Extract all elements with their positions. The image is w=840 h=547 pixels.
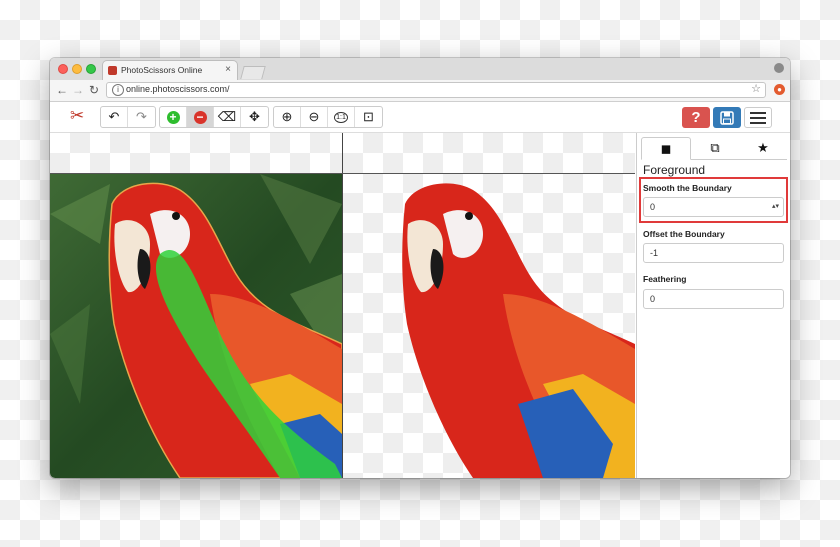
address-bar: ← → ↻ i online.photoscissors.com/ ☆ ● bbox=[50, 80, 790, 102]
browser-tab[interactable]: PhotoScissors Online × bbox=[102, 60, 238, 81]
zoom-actual-icon: 1:1 bbox=[334, 111, 348, 123]
feathering-value: 0 bbox=[650, 294, 656, 304]
panel-title: Foreground bbox=[643, 163, 706, 177]
url-text[interactable]: online.photoscissors.com/ bbox=[126, 84, 230, 94]
zoom-out-button[interactable]: ⊖ bbox=[301, 107, 328, 127]
offset-boundary-input[interactable]: -1 bbox=[643, 243, 784, 263]
parrot-cutout bbox=[402, 183, 635, 478]
remove-marker-icon: − bbox=[193, 110, 207, 124]
foreground-marker-button[interactable]: + bbox=[160, 107, 187, 127]
extension-icon[interactable]: ● bbox=[774, 84, 785, 95]
back-icon[interactable]: ← bbox=[56, 83, 68, 97]
history-button-group: ↶ ↷ bbox=[100, 106, 156, 128]
result-image-pane[interactable] bbox=[343, 133, 635, 478]
panel-tabs: ◼ ⧉ ★ bbox=[641, 137, 787, 160]
offset-boundary-label: Offset the Boundary bbox=[643, 229, 725, 239]
profile-icon[interactable] bbox=[774, 63, 784, 73]
source-photo[interactable] bbox=[50, 174, 342, 478]
save-icon bbox=[720, 110, 734, 125]
redo-button[interactable]: ↷ bbox=[128, 107, 155, 127]
close-window-button[interactable] bbox=[58, 64, 68, 74]
photoscissors-logo-icon: ✂ bbox=[70, 106, 85, 125]
tab-effects[interactable]: ★ bbox=[739, 137, 787, 159]
image-top-border bbox=[50, 173, 635, 174]
tab-foreground[interactable]: ◼ bbox=[641, 137, 691, 160]
highlight-box bbox=[639, 177, 788, 223]
redo-icon: ↷ bbox=[136, 109, 147, 124]
menu-button[interactable] bbox=[744, 107, 772, 128]
info-icon[interactable]: i bbox=[112, 84, 124, 96]
undo-button[interactable]: ↶ bbox=[101, 107, 128, 127]
zoom-in-button[interactable]: ⊕ bbox=[274, 107, 301, 127]
feathering-input[interactable]: 0 bbox=[643, 289, 784, 309]
tab-title: PhotoScissors Online bbox=[121, 65, 203, 75]
maximize-window-button[interactable] bbox=[86, 64, 96, 74]
bookmark-star-icon[interactable]: ☆ bbox=[751, 82, 761, 95]
help-button[interactable]: ? bbox=[682, 107, 710, 128]
move-icon: ✥ bbox=[249, 109, 260, 124]
source-image-pane[interactable] bbox=[50, 133, 342, 478]
move-button[interactable]: ✥ bbox=[241, 107, 268, 127]
app-toolbar: ✂ ↶ ↷ + − ⌫ ✥ ⊕ ⊖ 1:1 ⊡ ? bbox=[50, 102, 790, 133]
new-tab-button[interactable] bbox=[240, 66, 266, 79]
offset-boundary-value: -1 bbox=[650, 248, 659, 258]
eraser-button[interactable]: ⌫ bbox=[214, 107, 241, 127]
eraser-icon: ⌫ bbox=[217, 109, 237, 124]
zoom-actual-size-button[interactable]: 1:1 bbox=[328, 107, 355, 127]
zoom-in-icon: ⊕ bbox=[281, 109, 293, 124]
star-icon: ★ bbox=[757, 140, 769, 155]
zoom-fit-icon: ⊡ bbox=[363, 109, 374, 124]
foreground-icon: ◼ bbox=[660, 140, 672, 156]
zoom-fit-button[interactable]: ⊡ bbox=[355, 107, 382, 127]
tab-background[interactable]: ⧉ bbox=[691, 137, 739, 159]
undo-icon: ↶ bbox=[108, 109, 120, 124]
hamburger-icon bbox=[750, 111, 766, 114]
background-marker-button[interactable]: − bbox=[187, 107, 214, 127]
favicon-icon bbox=[108, 66, 117, 75]
result-photo[interactable] bbox=[343, 174, 635, 478]
forward-icon[interactable]: → bbox=[72, 83, 84, 97]
background-icon: ⧉ bbox=[710, 140, 720, 155]
zoom-out-icon: ⊖ bbox=[308, 109, 320, 124]
url-field[interactable]: i online.photoscissors.com/ ☆ bbox=[106, 82, 766, 98]
save-button[interactable] bbox=[713, 107, 741, 128]
editor-workspace bbox=[50, 133, 635, 478]
feathering-label: Feathering bbox=[643, 274, 687, 284]
zoom-button-group: ⊕ ⊖ 1:1 ⊡ bbox=[273, 106, 383, 128]
tab-bar: PhotoScissors Online × bbox=[50, 58, 790, 81]
reload-icon[interactable]: ↻ bbox=[89, 83, 99, 97]
add-marker-icon: + bbox=[166, 110, 180, 124]
browser-window: PhotoScissors Online × ← → ↻ i online.ph… bbox=[50, 58, 790, 478]
marker-button-group: + − ⌫ ✥ bbox=[159, 106, 269, 128]
minimize-window-button[interactable] bbox=[72, 64, 82, 74]
settings-panel: ◼ ⧉ ★ Foreground Smooth the Boundary 0 ▴… bbox=[636, 133, 790, 478]
tab-close-icon[interactable]: × bbox=[225, 64, 231, 75]
